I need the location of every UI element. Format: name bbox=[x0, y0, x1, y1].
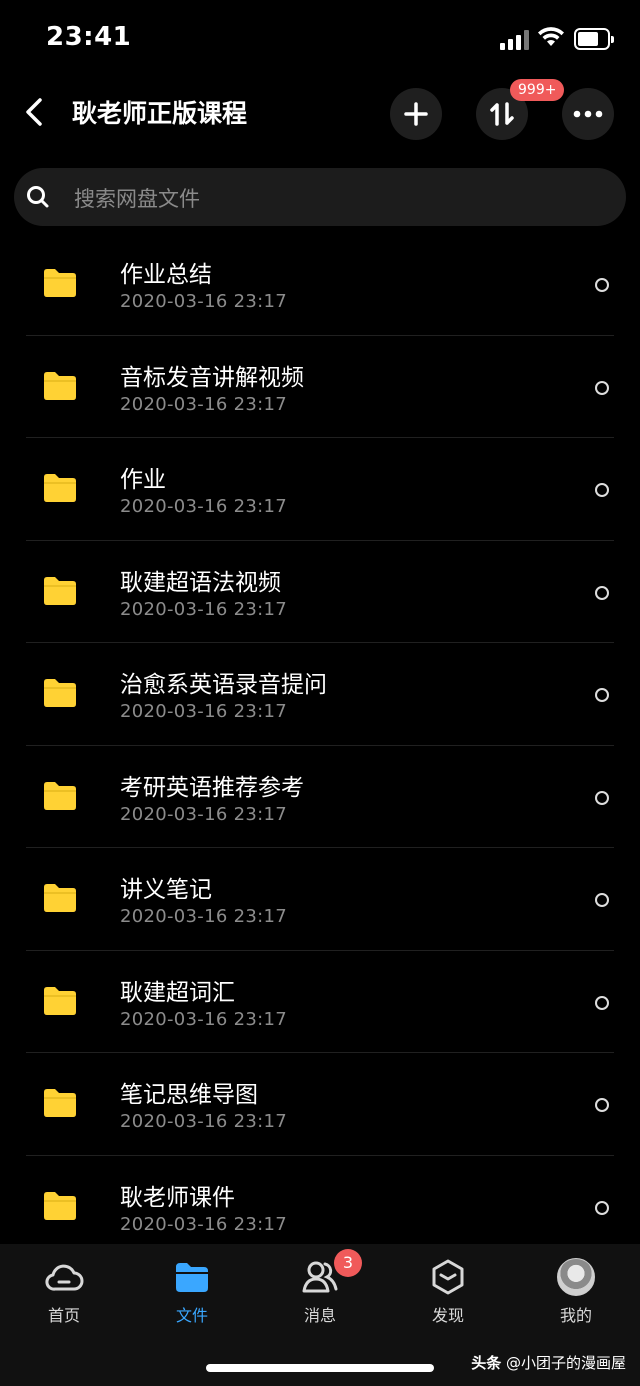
file-row[interactable]: 作业总结 2020-03-16 23:17 bbox=[0, 233, 640, 336]
file-date: 2020-03-16 23:17 bbox=[120, 906, 288, 927]
more-button[interactable] bbox=[562, 88, 614, 140]
file-row[interactable]: 治愈系英语录音提问 2020-03-16 23:17 bbox=[0, 643, 640, 746]
select-radio[interactable] bbox=[595, 278, 609, 292]
folder-icon bbox=[44, 371, 76, 400]
back-button[interactable] bbox=[22, 92, 52, 132]
tab-me[interactable]: 我的 bbox=[526, 1258, 626, 1328]
folder-icon bbox=[44, 1089, 76, 1117]
search-input[interactable]: 搜索网盘文件 bbox=[14, 168, 626, 226]
select-radio[interactable] bbox=[595, 688, 609, 702]
status-bar: 23:41 bbox=[0, 0, 640, 80]
file-name: 音标发音讲解视频 bbox=[120, 364, 304, 391]
file-date: 2020-03-16 23:17 bbox=[120, 701, 288, 722]
watermark: 头条 @小团子的漫画屋 bbox=[471, 1352, 626, 1373]
tab-label: 我的 bbox=[559, 1306, 592, 1325]
file-date: 2020-03-16 23:17 bbox=[120, 1008, 288, 1030]
cloud-icon bbox=[45, 1264, 84, 1291]
select-radio[interactable] bbox=[595, 893, 609, 907]
file-name: 治愈系英语录音提问 bbox=[120, 672, 327, 698]
chevron-left-icon bbox=[26, 98, 42, 126]
tab-label: 消息 bbox=[303, 1306, 336, 1325]
file-name: 耿老师课件 bbox=[120, 1184, 235, 1211]
file-list: 作业总结 2020-03-16 23:17 音标发音讲解视频 2020-03-1… bbox=[0, 233, 640, 1258]
file-date: 2020-03-16 23:17 bbox=[120, 803, 288, 825]
folder-icon bbox=[44, 884, 76, 912]
tab-label: 文件 bbox=[175, 1306, 208, 1325]
file-row[interactable]: 考研英语推荐参考 2020-03-16 23:17 bbox=[0, 746, 640, 848]
wifi-icon bbox=[538, 27, 564, 46]
transfer-count-badge: 999+ bbox=[510, 79, 565, 101]
watermark-handle: @小团子的漫画屋 bbox=[505, 1354, 626, 1372]
select-radio[interactable] bbox=[595, 585, 609, 600]
select-radio[interactable] bbox=[595, 1098, 609, 1112]
add-button[interactable] bbox=[390, 88, 442, 140]
file-date: 2020-03-16 23:17 bbox=[120, 1111, 288, 1132]
file-date: 2020-03-16 23:17 bbox=[120, 496, 288, 517]
file-name: 考研英语推荐参考 bbox=[120, 774, 304, 801]
file-row[interactable]: 耿建超词汇 2020-03-16 23:17 bbox=[0, 951, 640, 1053]
file-row[interactable]: 讲义笔记 2020-03-16 23:17 bbox=[0, 848, 640, 951]
file-row[interactable]: 笔记思维导图 2020-03-16 23:17 bbox=[0, 1053, 640, 1156]
folder-icon bbox=[44, 781, 76, 810]
file-name: 作业 bbox=[120, 467, 166, 493]
file-date: 2020-03-16 23:17 bbox=[120, 291, 288, 312]
file-name: 讲义笔记 bbox=[120, 877, 212, 903]
avatar bbox=[557, 1258, 595, 1296]
tab-label: 首页 bbox=[47, 1306, 80, 1325]
cube-icon bbox=[432, 1259, 464, 1295]
file-name: 耿建超语法视频 bbox=[120, 569, 281, 596]
file-date: 2020-03-16 23:17 bbox=[120, 1213, 288, 1235]
file-row[interactable]: 作业 2020-03-16 23:17 bbox=[0, 438, 640, 541]
file-name: 耿建超词汇 bbox=[120, 979, 235, 1006]
tab-discover[interactable]: 发现 bbox=[398, 1258, 498, 1328]
page-title: 耿老师正版课程 bbox=[72, 99, 248, 128]
watermark-brand: 头条 bbox=[471, 1354, 502, 1372]
file-name: 作业总结 bbox=[120, 262, 212, 288]
select-radio[interactable] bbox=[595, 995, 609, 1010]
file-name: 笔记思维导图 bbox=[120, 1082, 258, 1108]
tab-files[interactable]: 文件 bbox=[142, 1258, 242, 1328]
tab-label: 发现 bbox=[431, 1306, 464, 1325]
plus-icon bbox=[404, 102, 428, 126]
folder-icon bbox=[44, 269, 76, 297]
tab-home[interactable]: 首页 bbox=[14, 1258, 114, 1328]
search-icon bbox=[27, 186, 49, 208]
transfer-icon bbox=[490, 102, 514, 126]
select-radio[interactable] bbox=[595, 483, 609, 497]
folder-icon bbox=[44, 474, 76, 502]
select-radio[interactable] bbox=[595, 790, 609, 805]
file-date: 2020-03-16 23:17 bbox=[120, 598, 288, 620]
file-row[interactable]: 音标发音讲解视频 2020-03-16 23:17 bbox=[0, 336, 640, 438]
signal-icon bbox=[500, 30, 530, 50]
folder-icon bbox=[44, 679, 76, 707]
file-row[interactable]: 耿老师课件 2020-03-16 23:17 bbox=[0, 1156, 640, 1258]
more-icon bbox=[573, 110, 603, 118]
folder-icon bbox=[176, 1263, 208, 1292]
folder-icon bbox=[44, 1191, 76, 1220]
home-indicator bbox=[206, 1364, 434, 1372]
battery-icon bbox=[574, 28, 614, 50]
messages-badge: 3 bbox=[334, 1249, 362, 1277]
select-radio[interactable] bbox=[595, 380, 609, 395]
search-placeholder: 搜索网盘文件 bbox=[74, 187, 200, 211]
file-row[interactable]: 耿建超语法视频 2020-03-16 23:17 bbox=[0, 541, 640, 643]
folder-icon bbox=[44, 986, 76, 1015]
select-radio[interactable] bbox=[595, 1200, 609, 1215]
file-date: 2020-03-16 23:17 bbox=[120, 393, 288, 415]
folder-icon bbox=[44, 576, 76, 605]
status-time: 23:41 bbox=[46, 22, 132, 52]
